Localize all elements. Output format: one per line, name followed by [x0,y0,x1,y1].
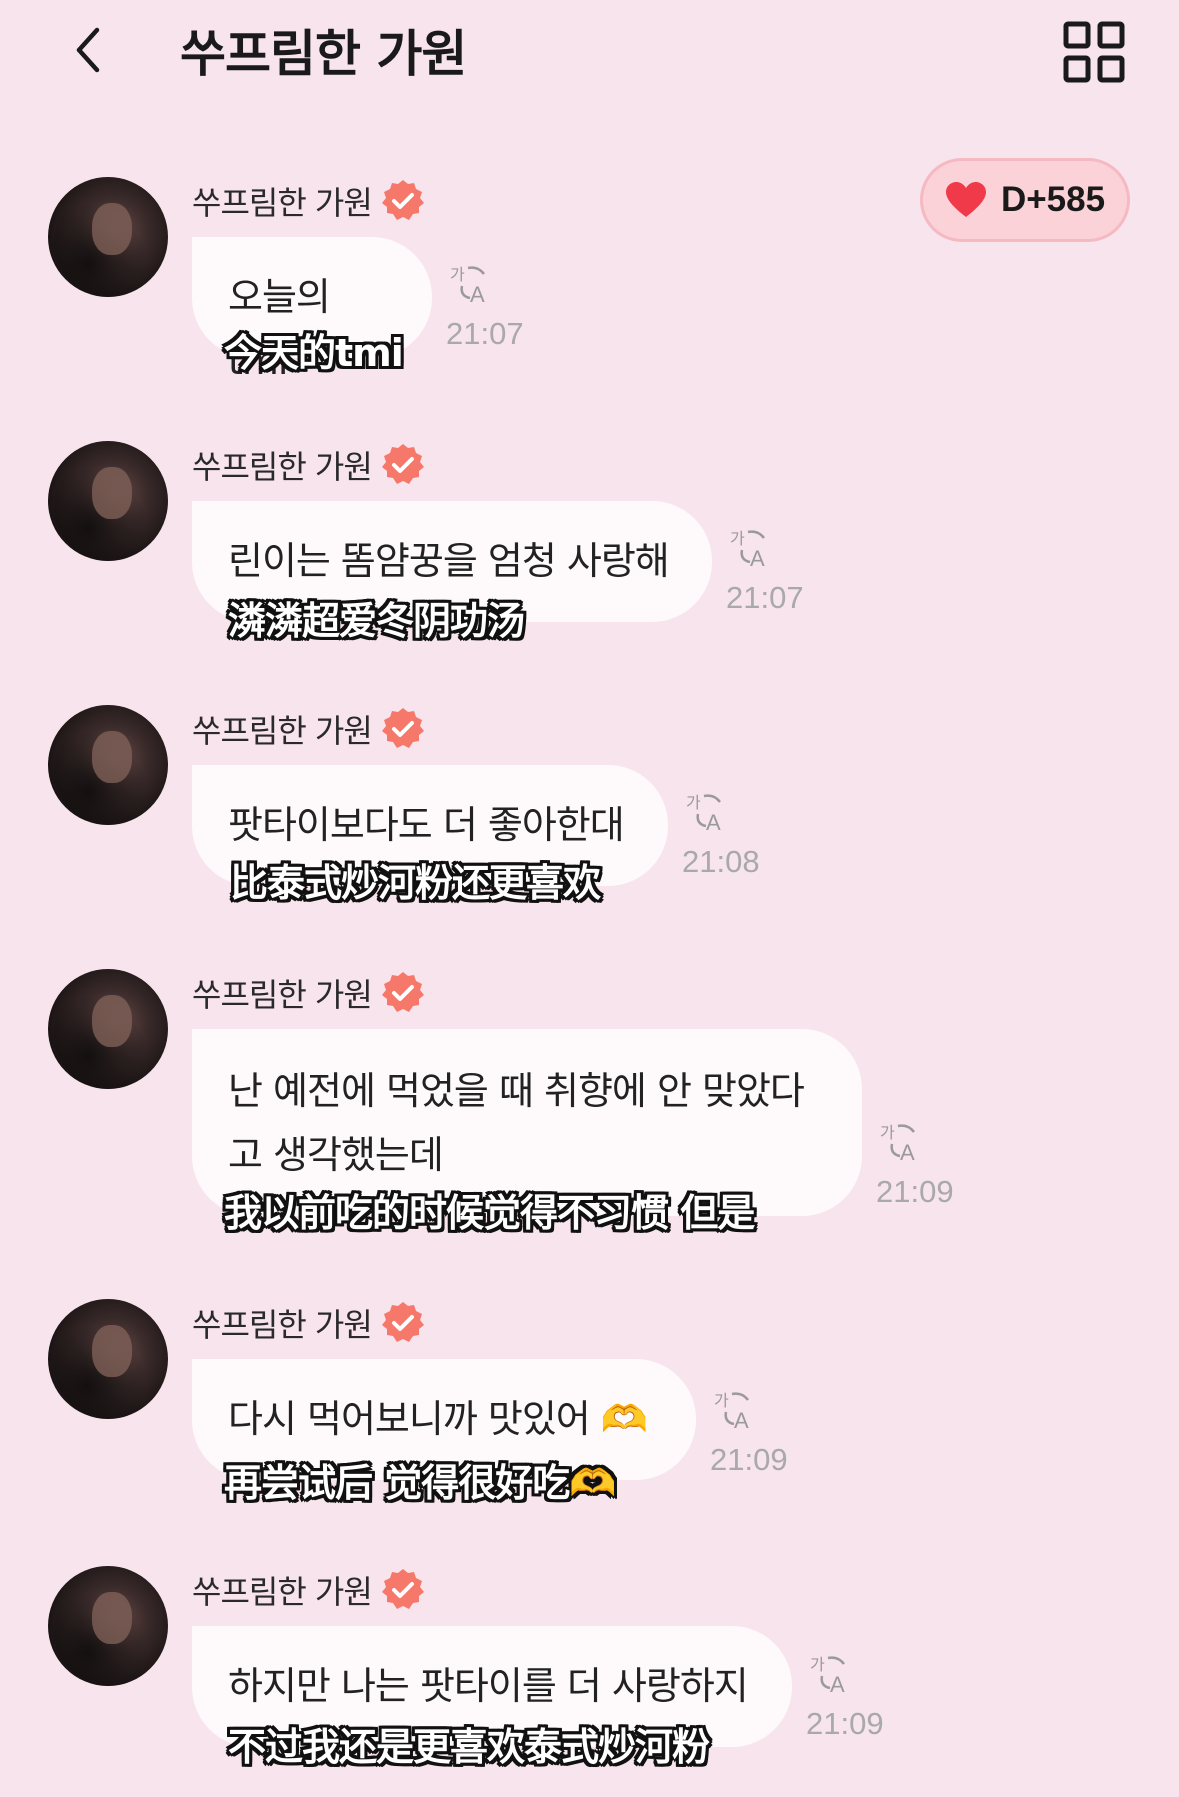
message-time: 21:09 [876,1174,954,1209]
translate-icon[interactable]: 가 A [808,1652,852,1696]
avatar[interactable] [48,705,168,825]
sender-name: 쑤프림한 가원 [192,1573,373,1611]
chat-title: 쑤프림한 가원 [180,25,467,83]
svg-text:가: 가 [450,265,465,284]
translation-caption: 比泰式炒河粉还更喜欢 [230,861,601,905]
avatar[interactable] [48,1299,168,1419]
sender-name: 쑤프림한 가원 [192,976,373,1014]
svg-text:가: 가 [686,793,701,812]
translate-icon[interactable]: 가 A [728,526,772,570]
grid-menu-icon [1063,21,1125,83]
sender-name: 쑤프림한 가원 [192,184,373,222]
translate-icon[interactable]: 가 A [684,790,728,834]
message-time: 21:09 [806,1706,884,1741]
message-time: 21:07 [446,316,524,351]
sender-name: 쑤프림한 가원 [192,712,373,750]
svg-text:A: A [470,282,485,306]
message-text: 린이는 똠얌꿍을 엄청 사랑해 [228,539,670,583]
message-text: 하지만 나는 팟타이를 더 사랑하지 [228,1664,749,1708]
verified-badge-icon [381,1569,424,1609]
avatar[interactable] [48,177,168,297]
svg-text:가: 가 [730,529,745,548]
message-text: 팟타이보다도 더 좋아한대 [228,803,625,847]
svg-text:A: A [830,1672,845,1696]
svg-text:A: A [706,810,721,834]
svg-text:A: A [900,1140,915,1164]
verified-badge-icon [381,1302,424,1342]
message-text: 다시 먹어보니까 맛있어 🫶 [228,1397,648,1441]
svg-text:A: A [750,546,765,570]
chevron-left-icon [76,27,100,73]
message-time: 21:08 [682,844,760,879]
translation-caption: 再尝试后 觉得很好吃🫶 [224,1461,617,1505]
sender-name: 쑤프림한 가원 [192,448,373,486]
svg-text:A: A [734,1408,749,1432]
translation-caption: 不过我还是更喜欢泰式炒河粉 [228,1725,710,1769]
svg-text:가: 가 [810,1655,825,1674]
avatar[interactable] [48,1566,168,1686]
translate-icon[interactable]: 가 A [712,1388,756,1432]
svg-text:가: 가 [880,1123,895,1142]
verified-badge-icon [381,180,424,220]
svg-text:가: 가 [714,1391,729,1410]
sender-name: 쑤프림한 가원 [192,1306,373,1344]
translation-caption: 潾潾超爱冬阴功汤 [228,599,525,643]
translation-caption: 今天的tmi [224,331,404,375]
back-button[interactable] [64,22,112,78]
avatar[interactable] [48,441,168,561]
message-time: 21:09 [710,1442,788,1477]
message-time: 21:07 [726,580,804,615]
chat-header: 쑤프림한 가원 [0,0,1179,110]
verified-badge-icon [381,972,424,1012]
verified-badge-icon [381,708,424,748]
heart-icon [945,182,986,217]
translation-caption: 我以前吃的时候觉得不习惯 但是 [224,1191,755,1235]
translate-icon[interactable]: 가 A [448,262,492,306]
message-text: 난 예전에 먹었을 때 취향에 안 맞았다 고 생각했는데 [228,1069,805,1177]
translate-icon[interactable]: 가 A [878,1120,922,1164]
dday-count: D+585 [1000,180,1106,219]
grid-menu-button[interactable] [1062,20,1126,84]
dday-badge[interactable]: D+585 [920,158,1130,242]
avatar[interactable] [48,969,168,1089]
verified-badge-icon [381,444,424,484]
